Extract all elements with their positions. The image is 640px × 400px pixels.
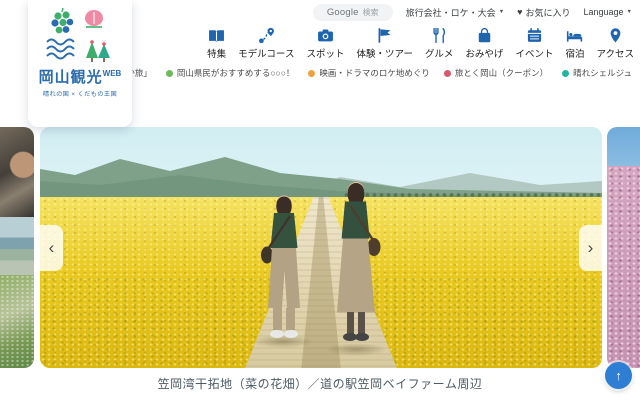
peek-photo-coast [0,217,34,275]
logo-title: 岡山観光WEB [39,70,122,85]
topbar-link-label: 旅行会社・ロケ・大会 [406,6,496,19]
nav-item-access[interactable]: アクセス [590,24,640,63]
nav-item-spots[interactable]: スポット [300,24,350,63]
nav-item-label: イベント [515,46,553,60]
nav-item-label: スポット [306,46,344,60]
sub-navigation: く「おか旅」 岡山県民がおすすめする○○○！ 映画・ドラマのロケ地めぐり 旅とく… [135,63,640,83]
nav-item-lodging[interactable]: 宿泊 [559,24,590,63]
nav-item-souvenirs[interactable]: おみやげ [459,24,509,63]
carousel-next-button[interactable]: › [579,225,602,271]
chevron-right-icon: › [588,238,594,258]
topbar-link-favorites[interactable]: ♥ お気に入り [517,6,570,19]
nav-item-experience-tours[interactable]: 体験・ツアー [350,24,418,63]
peek-photo-person [0,127,34,217]
carousel-prev-slide-peek[interactable] [0,127,34,368]
subnav-label: 映画・ドラマのロケ地めぐり [319,67,430,79]
nav-item-events[interactable]: イベント [509,24,559,63]
google-logo: Google [327,7,359,18]
topbar-link-label: お気に入り [525,6,570,19]
teal-dot-icon [562,70,569,77]
peek-photo-town [0,275,34,368]
nav-item-label: 体験・ツアー [356,46,412,60]
peek-photo-blossom [607,166,640,368]
camera-icon [317,27,334,44]
subnav-item-coupon[interactable]: 旅とく岡山（クーポン） [444,67,548,79]
book-icon [208,27,225,44]
route-icon [258,27,275,44]
nav-item-gourmet[interactable]: グルメ [419,24,460,63]
nav-item-label: 特集 [207,46,226,60]
slide-caption: 笠岡湾干拓地（菜の花畑）／道の駅笠岡ベイファーム周辺 [0,375,640,392]
topbar-link-travel-agency[interactable]: 旅行会社・ロケ・大会 ▼ [406,6,504,19]
subnav-label: 岡山県民がおすすめする○○○！ [177,67,294,79]
arrow-up-icon: ↑ [615,368,622,383]
cutlery-icon [431,27,448,44]
caret-down-icon: ▼ [627,9,632,15]
subnav-item-film-locations[interactable]: 映画・ドラマのロケ地めぐり [308,67,430,79]
nav-item-features[interactable]: 特集 [201,24,232,63]
nav-item-label: おみやげ [465,46,503,60]
green-dot-icon [166,70,173,77]
logo-illustration-icon [42,6,118,68]
chevron-left-icon: ‹ [49,238,55,258]
search-label: 検索 [363,7,379,18]
woman-left [258,189,308,341]
carousel-prev-button[interactable]: ‹ [40,225,63,271]
subnav-item-recommend[interactable]: 岡山県民がおすすめする○○○！ [166,67,294,79]
heart-icon: ♥ [517,7,522,17]
site-logo[interactable]: 岡山観光WEB 晴れの国 × くだもの王国 [28,0,132,127]
subnav-label: 晴れシェルジュ [573,67,632,79]
nav-item-label: アクセス [596,46,634,60]
subnav-label: 旅とく岡山（クーポン） [455,67,548,79]
nav-item-model-course[interactable]: モデルコース [232,24,300,63]
nav-item-label: モデルコース [238,46,294,60]
topbar: Google 検索 旅行会社・ロケ・大会 ▼ ♥ お気に入り Language … [140,0,640,24]
orange-dot-icon [308,70,315,77]
scroll-to-top-button[interactable]: ↑ [605,362,632,389]
flag-icon [376,27,393,44]
map-pin-icon [607,27,624,44]
woman-right [328,175,382,351]
topbar-link-label: Language [584,7,624,17]
google-search-box[interactable]: Google 検索 [313,4,393,21]
shopping-bag-icon [476,27,493,44]
bed-icon [566,27,583,44]
carousel-next-slide-peek[interactable] [607,127,640,368]
subnav-item-concierge[interactable]: 晴れシェルジュ [562,67,632,79]
nav-item-label: グルメ [425,46,454,60]
nav-item-label: 宿泊 [565,46,584,60]
caret-down-icon: ▼ [499,9,504,15]
carousel-main-slide[interactable]: ‹ › [40,127,602,368]
logo-tagline: 晴れの国 × くだもの王国 [43,89,117,98]
calendar-icon [526,27,543,44]
red-dot-icon [444,70,451,77]
topbar-link-language[interactable]: Language ▼ [584,7,633,17]
main-navigation: 特集 モデルコース スポット 体験・ツアー グルメ おみやげ イベント 宿泊 ア… [185,24,640,62]
peek-photo-blossom-sky [607,127,640,166]
